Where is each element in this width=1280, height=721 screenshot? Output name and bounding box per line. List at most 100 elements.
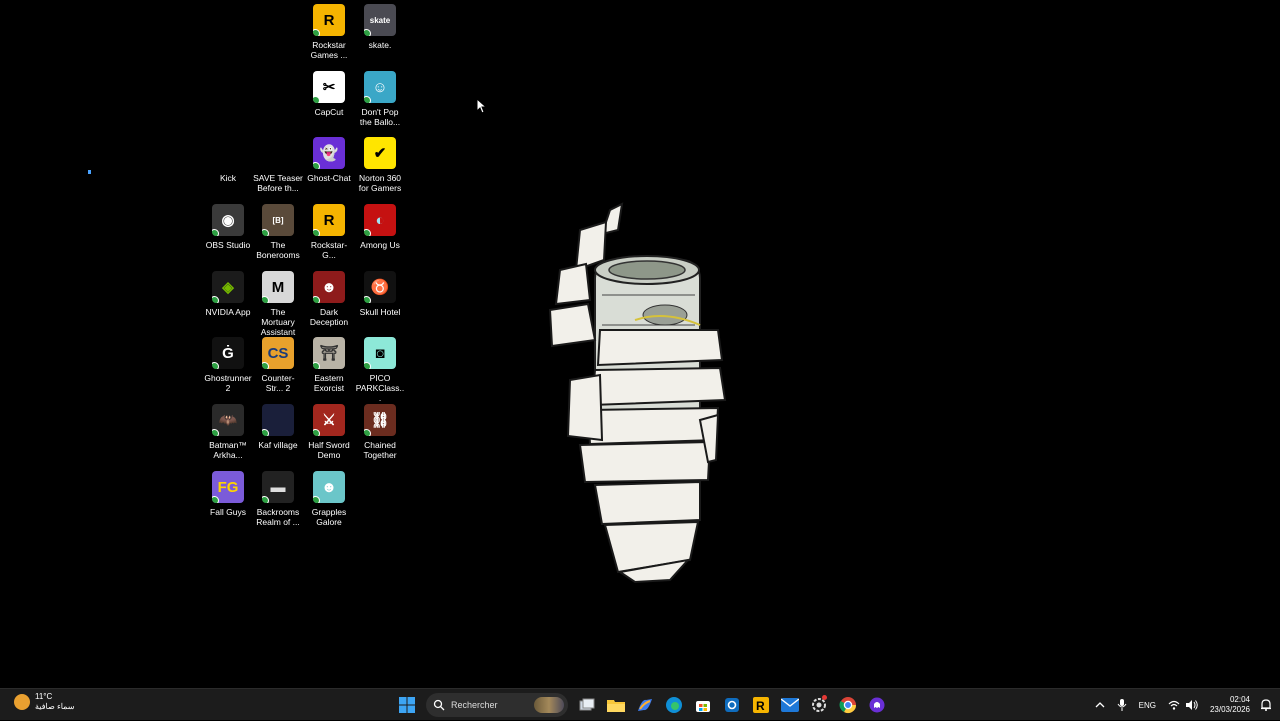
taskbar-search-box[interactable]: Rechercher — [426, 693, 568, 717]
icon-glyph: 👻 — [319, 145, 339, 162]
desktop-icon-label: Rockstar-G... — [310, 240, 348, 260]
grapples-galore-app-icon: ☻ — [313, 471, 345, 503]
icon-glyph: ◉ — [221, 212, 235, 229]
desktop-icon-label: SAVE Teaser Before th... — [253, 173, 303, 193]
the-mortuary-assistant-d-app-icon: M — [262, 271, 294, 303]
half-sword-demo-app-icon: ⚔ — [313, 404, 345, 436]
desktop-icon-label: OBS Studio — [205, 240, 251, 250]
backrooms-realm-of-app-icon: ▬ — [262, 471, 294, 503]
desktop-icon-grapples-galore[interactable]: ☻ Grapples Galore — [304, 471, 354, 527]
rockstar-games-app-icon: R — [313, 4, 345, 36]
desktop-icon-kaf-village[interactable]: Kaf village — [253, 404, 303, 450]
file-explorer-button[interactable] — [603, 692, 629, 718]
rockstar-button[interactable]: R — [748, 692, 774, 718]
desktop-icon-label: Chained Together — [363, 440, 397, 460]
desktop-icon-ghost-chat[interactable]: 👻 Ghost-Chat — [304, 137, 354, 183]
outlook-button[interactable] — [719, 692, 745, 718]
desktop-icon-among-us[interactable]: ◐ Among Us — [355, 204, 405, 250]
desktop-icon-fall-guys[interactable]: FG Fall Guys — [203, 471, 253, 517]
desktop-icon-obs-studio[interactable]: ◉ OBS Studio — [203, 204, 253, 250]
store-button[interactable] — [690, 692, 716, 718]
icon-glyph: ♉ — [370, 279, 390, 296]
shortcut-sync-badge-icon — [212, 496, 219, 503]
shortcut-sync-badge-icon — [212, 229, 219, 236]
shortcut-sync-badge-icon — [364, 429, 371, 436]
desktop-icon-ghostrunner-2[interactable]: Ġ Ghostrunner 2 — [203, 337, 253, 393]
microphone-button[interactable] — [1117, 699, 1127, 711]
desktop-icon-don-t-pop-the-ballo[interactable]: ☺ Don't Pop the Ballo... — [355, 71, 405, 127]
icon-glyph: ✔ — [373, 145, 387, 162]
desktop-icon-label: Grapples Galore — [311, 507, 347, 527]
rockstar-icon: R — [753, 697, 769, 713]
desktop-icon-backrooms-realm-of[interactable]: ▬ Backrooms Realm of ... — [253, 471, 303, 527]
svg-text:R: R — [756, 699, 765, 713]
clock-time: 02:04 — [1229, 695, 1250, 704]
shortcut-sync-badge-icon — [313, 162, 320, 169]
app-button[interactable] — [806, 692, 832, 718]
desktop-icon-capcut[interactable]: ✂ CapCut — [304, 71, 354, 117]
notification-dot — [822, 695, 827, 700]
desktop-icon-skull-hotel[interactable]: ♉ Skull Hotel — [355, 271, 405, 317]
taskbar-clock[interactable]: 02:04 23/03/2026 — [1210, 695, 1250, 715]
desktop-icon-label: Half Sword Demo — [308, 440, 350, 460]
fall-guys-app-icon: FG — [212, 471, 244, 503]
desktop-icon-the-bonerooms[interactable]: [B] The Bonerooms — [253, 204, 303, 260]
notifications-button[interactable] — [1260, 699, 1272, 711]
start-button[interactable] — [394, 692, 420, 718]
desktop-icon-label: CapCut — [314, 107, 344, 117]
desktop-icon-pico-parkclass[interactable]: ◙ PICO PARKClass... — [355, 337, 405, 403]
norton-360-for-gamers-app-icon: ✔ — [364, 137, 396, 169]
chrome-button[interactable] — [835, 692, 861, 718]
don-t-pop-the-ballo-app-icon: ☺ — [364, 71, 396, 103]
icon-glyph: ☺ — [372, 78, 388, 96]
desktop-icon-rockstar-g[interactable]: R Rockstar-G... — [304, 204, 354, 260]
ghost-chat-button[interactable] — [864, 692, 890, 718]
icon-glyph: M — [271, 278, 285, 296]
search-icon — [433, 699, 445, 711]
weather-temperature: 11°C — [35, 692, 53, 701]
desktop-icon-eastern-exorcist[interactable]: ⛩ Eastern Exorcist — [304, 337, 354, 393]
desktop-icon-skate[interactable]: skate skate. — [355, 4, 405, 50]
shortcut-sync-badge-icon — [313, 429, 320, 436]
show-hidden-icons-button[interactable] — [1095, 701, 1105, 709]
volume-button[interactable] — [1185, 700, 1198, 710]
mail-button[interactable] — [777, 692, 803, 718]
chained-together-app-icon: ⛓ — [364, 404, 396, 436]
weather-widget[interactable]: 11°C سماء صافية — [14, 692, 75, 712]
shortcut-sync-badge-icon — [212, 296, 219, 303]
dark-deception-app-icon: ☻ — [313, 271, 345, 303]
icon-glyph: skate — [369, 15, 391, 25]
language-indicator[interactable]: ENG — [1139, 701, 1156, 710]
desktop-icon-chained-together[interactable]: ⛓ Chained Together — [355, 404, 405, 460]
network-button[interactable] — [1168, 700, 1180, 710]
ghost-chat-app-icon: 👻 — [313, 137, 345, 169]
desktop-icon-nvidia-app[interactable]: ◈ NVIDIA App — [203, 271, 253, 317]
the-bonerooms-app-icon: [B] — [262, 204, 294, 236]
desktop-icon-the-mortuary-assistant-d[interactable]: MThe Mortuary Assistant D... — [253, 271, 303, 347]
speaker-icon — [1185, 700, 1198, 710]
icon-glyph: ⛩ — [319, 345, 339, 362]
desktop-icon-batman-arkha[interactable]: 🦇 Batman™ Arkha... — [203, 404, 253, 460]
shortcut-sync-badge-icon — [313, 362, 320, 369]
desktop-icon-label: Backrooms Realm of ... — [256, 507, 300, 527]
desktop-icon-kick[interactable]: Kick — [203, 137, 253, 183]
batman-arkha-app-icon: 🦇 — [212, 404, 244, 436]
taskbar: 11°C سماء صافية Rechercher R ENG 02:04 2… — [0, 688, 1280, 720]
desktop-icon-label: Kaf village — [258, 440, 298, 450]
skate-app-icon: skate — [364, 4, 396, 36]
desktop-icon-rockstar-games[interactable]: R Rockstar Games ... — [304, 4, 354, 60]
icon-glyph: ▬ — [270, 478, 286, 496]
desktop-icon-counter-str-2[interactable]: CS Counter-Str... 2 — [253, 337, 303, 393]
desktop-icon-label: Among Us — [360, 240, 400, 250]
desktop-icon-save-teaser-before-th[interactable]: SAVE Teaser Before th... — [253, 137, 303, 193]
mouse-cursor-icon — [476, 98, 486, 114]
mail-icon — [781, 698, 799, 712]
desktop-icon-half-sword-demo[interactable]: ⚔ Half Sword Demo — [304, 404, 354, 460]
desktop-icon-dark-deception[interactable]: ☻ Dark Deception — [304, 271, 354, 327]
save-teaser-before-th-app-icon — [262, 137, 294, 169]
copilot-button[interactable] — [632, 692, 658, 718]
desktop-icon-norton-360-for-gamers[interactable]: ✔ Norton 360 for Gamers — [355, 137, 405, 193]
task-view-button[interactable] — [574, 692, 600, 718]
edge-button[interactable] — [661, 692, 687, 718]
among-us-app-icon: ◐ — [364, 204, 396, 236]
